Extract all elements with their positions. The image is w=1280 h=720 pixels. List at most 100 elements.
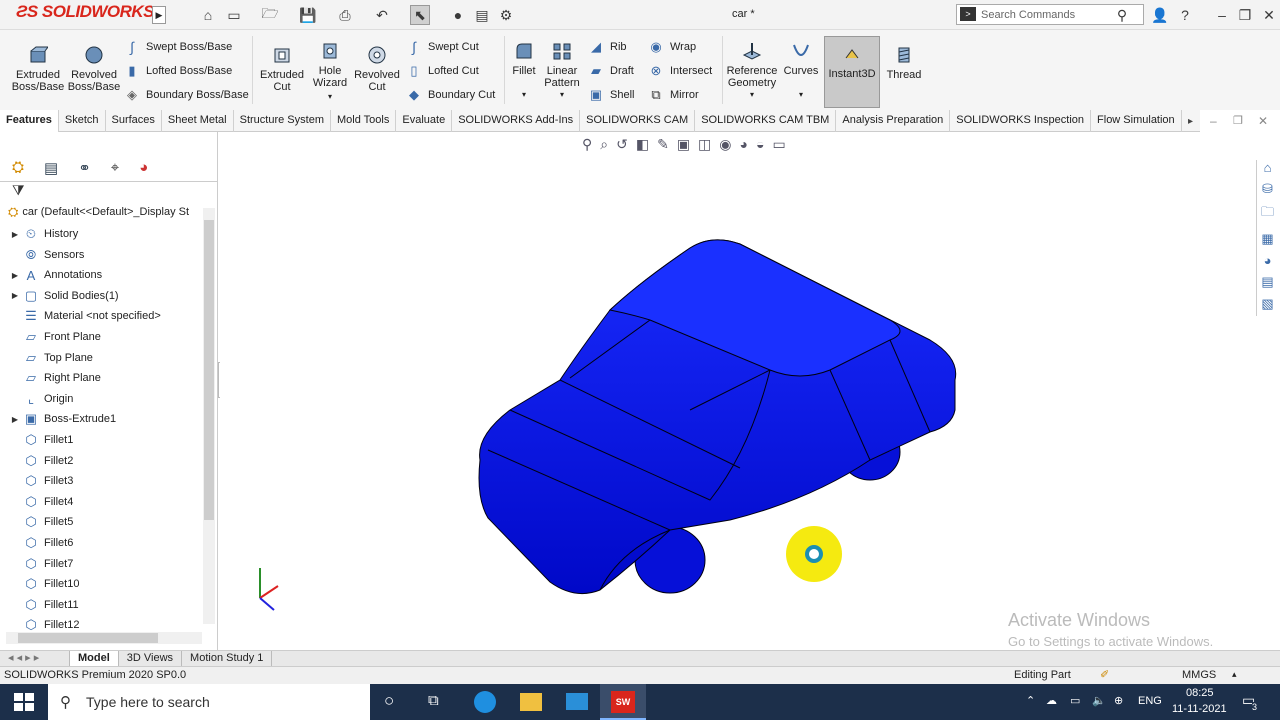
mirror-button[interactable]: ⧉ Mirror [648, 86, 698, 104]
edit-appearance-icon[interactable]: ◕ [740, 136, 748, 153]
linear-pattern-button[interactable]: Linear Pattern ▾ [542, 40, 582, 101]
tree-item[interactable]: ⬡ Fillet5 [8, 512, 73, 532]
tree-item[interactable]: ⬡ Fillet6 [8, 533, 73, 553]
tree-item[interactable]: ⬡ Fillet1 [8, 430, 73, 450]
clock-time[interactable]: 08:25 [1186, 687, 1214, 699]
view-palette-icon[interactable]: ▦ [1261, 231, 1273, 247]
view-orientation-icon[interactable]: ▣ [677, 136, 690, 153]
boundary-boss-button[interactable]: ◈ Boundary Boss/Base [124, 86, 249, 104]
tab-solidworks-inspection[interactable]: SOLIDWORKS Inspection [950, 110, 1092, 132]
revolved-boss-button[interactable]: Revolved Boss/Base [68, 44, 120, 93]
clock-date[interactable]: 11-11-2021 [1172, 703, 1227, 715]
display-style-icon[interactable]: ◫ [698, 136, 711, 153]
windows-start-icon[interactable] [14, 693, 34, 711]
tab-motion-study[interactable]: Motion Study 1 [182, 651, 273, 666]
reference-dropdown-icon[interactable]: ▾ [750, 89, 754, 101]
draft-button[interactable]: ▰ Draft [588, 62, 634, 80]
close-icon[interactable]: ✕ [1259, 5, 1279, 25]
home-icon[interactable]: ⌂ [198, 5, 218, 25]
swept-boss-button[interactable]: ∫ Swept Boss/Base [124, 38, 232, 56]
tab-evaluate[interactable]: Evaluate [396, 110, 453, 132]
menu-expand-icon[interactable]: ▶ [152, 6, 166, 24]
wrap-button[interactable]: ◉ Wrap [648, 38, 696, 56]
fillet-button[interactable]: Fillet ▾ [508, 40, 540, 101]
battery-icon[interactable]: ▭ [1070, 694, 1080, 707]
tab-features[interactable]: Features [0, 110, 59, 132]
user-icon[interactable]: 👤 [1150, 5, 1170, 25]
rebuild-status-icon[interactable]: ✐ [1100, 668, 1109, 681]
tree-root-part[interactable]: ⛭ car (Default<<Default>_Display St [8, 204, 203, 220]
tree-item[interactable]: ▶ ⏲ History [8, 224, 78, 244]
appearances-icon[interactable]: ◕ [1264, 253, 1272, 268]
hole-wizard-button[interactable]: Hole Wizard ▾ [308, 40, 352, 103]
lofted-cut-button[interactable]: ▯ Lofted Cut [406, 62, 478, 80]
dynamic-annotation-icon[interactable]: ✎ [657, 136, 669, 153]
tree-item[interactable]: ⬡ Fillet7 [8, 554, 73, 574]
print-icon[interactable]: ⎙ [335, 5, 355, 25]
revolved-cut-button[interactable]: Revolved Cut [354, 44, 400, 93]
tree-item[interactable]: ⬡ Fillet11 [8, 595, 78, 615]
extruded-boss-button[interactable]: Extruded Boss/Base [10, 44, 66, 93]
expand-arrow-icon[interactable]: ▶ [8, 291, 22, 300]
tree-vertical-scrollbar[interactable] [203, 208, 215, 624]
thread-button[interactable]: Thread [884, 44, 924, 81]
feature-manager-icon[interactable]: ⛭ [12, 159, 24, 176]
tab-model[interactable]: Model [70, 651, 119, 666]
search-icon[interactable]: ⚲ [1112, 5, 1132, 25]
tree-item[interactable]: ⬡ Fillet3 [8, 471, 73, 491]
show-hidden-icons[interactable]: ⌃ [1026, 694, 1035, 707]
hole-wizard-dropdown-icon[interactable]: ▾ [328, 91, 332, 103]
save-icon[interactable]: 💾 [298, 5, 318, 25]
boundary-cut-button[interactable]: ◆ Boundary Cut [406, 86, 495, 104]
volume-icon[interactable]: 🔈 [1092, 694, 1106, 707]
tab-flow-simulation[interactable]: Flow Simulation [1091, 110, 1182, 132]
edge-browser-icon[interactable] [474, 691, 496, 713]
view-settings-icon[interactable]: ▭ [772, 136, 785, 153]
doc-minimize-icon[interactable]: – [1210, 114, 1217, 128]
curves-dropdown-icon[interactable]: ▾ [799, 89, 803, 101]
restore-icon[interactable]: ❐ [1235, 5, 1255, 25]
tab-sketch[interactable]: Sketch [59, 110, 106, 132]
file-explorer-icon[interactable] [520, 693, 542, 711]
tabs-scroll-right-icon[interactable]: ▸ [1188, 116, 1193, 127]
tree-item[interactable]: ▶ ▢ Solid Bodies(1) [8, 286, 119, 306]
file-properties-icon[interactable]: ▤ [472, 5, 492, 25]
mail-icon[interactable] [566, 693, 588, 710]
solidworks-taskbar-button[interactable]: SW [600, 684, 646, 720]
hide-show-items-icon[interactable]: ◉ [719, 136, 731, 153]
units-dropdown-icon[interactable]: ▴ [1232, 669, 1237, 680]
tab-structure-system[interactable]: Structure System [234, 110, 331, 132]
shell-button[interactable]: ▣ Shell [588, 86, 635, 104]
expand-arrow-icon[interactable]: ▶ [8, 230, 22, 239]
extruded-cut-button[interactable]: Extruded Cut [258, 44, 306, 93]
property-manager-icon[interactable]: ▤ [44, 159, 58, 177]
apply-scene-icon[interactable]: ◒ [756, 136, 764, 153]
filter-icon[interactable]: ⧩ [12, 182, 25, 199]
curves-button[interactable]: Curves ▾ [782, 40, 820, 101]
tab-mold-tools[interactable]: Mold Tools [331, 110, 397, 132]
display-manager-icon[interactable]: ◕ [139, 159, 148, 176]
tree-item[interactable]: ⬡ Fillet10 [8, 574, 79, 594]
select-arrow-icon[interactable]: ⬉ [410, 5, 430, 25]
configuration-manager-icon[interactable]: ⚭ [78, 159, 91, 177]
network-icon[interactable]: ⊕ [1114, 694, 1123, 707]
tab-solidworks-cam[interactable]: SOLIDWORKS CAM [580, 110, 696, 132]
graphics-area[interactable]: ⚲ ⌕ ↺ ◧ ✎ ▣ ◫ ◉ ◕ ◒ ▭ ⌂ ⛁ 🗀 ▦ ◕ ▤ ▧ Acti… [220, 132, 1280, 650]
taskbar-search-box[interactable]: Type here to search [48, 684, 370, 720]
tree-item[interactable]: ▱ Right Plane [8, 368, 101, 388]
tree-item[interactable]: ⌞ Origin [8, 389, 73, 409]
pattern-dropdown-icon[interactable]: ▾ [560, 89, 564, 101]
solidworks-resources-icon[interactable]: ⌂ [1264, 160, 1272, 175]
tab-solidworks-cam-tbm[interactable]: SOLIDWORKS CAM TBM [695, 110, 837, 132]
tab-analysis-preparation[interactable]: Analysis Preparation [836, 110, 951, 132]
swept-cut-button[interactable]: ∫ Swept Cut [406, 38, 479, 56]
forum-icon[interactable]: ▧ [1261, 296, 1273, 312]
tree-item[interactable]: ▶ A Annotations [8, 265, 102, 285]
rebuild-icon[interactable]: ● [448, 5, 468, 25]
dimxpert-icon[interactable]: ⌖ [111, 159, 119, 176]
instant3d-button[interactable]: Instant3D [824, 36, 880, 108]
tab-surfaces[interactable]: Surfaces [106, 110, 162, 132]
previous-view-icon[interactable]: ↺ [616, 136, 628, 153]
tab-sheet-metal[interactable]: Sheet Metal [162, 110, 234, 132]
options-gear-icon[interactable]: ⚙ [496, 5, 516, 25]
